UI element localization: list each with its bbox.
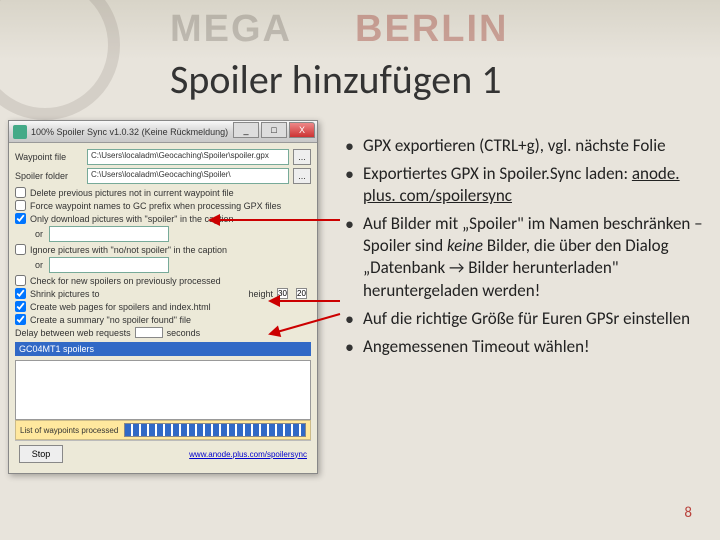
- waypoint-field[interactable]: C:\Users\localadm\Geocaching\Spoiler\spo…: [87, 149, 289, 165]
- width-field[interactable]: [296, 288, 307, 299]
- only-spoiler-checkbox[interactable]: Only download pictures with "spoiler" in…: [15, 213, 311, 224]
- bullet-5: Angemessenen Timeout wählen!: [345, 336, 705, 358]
- titlebar[interactable]: 100% Spoiler Sync v1.0.32 (Keine Rückmel…: [9, 121, 317, 143]
- or-label-2: or: [35, 260, 43, 270]
- minimize-button[interactable]: _: [233, 122, 259, 138]
- check-new-checkbox[interactable]: Check for new spoilers on previously pro…: [15, 275, 311, 286]
- delete-checkbox[interactable]: Delete previous pictures not in current …: [15, 187, 311, 198]
- or-label: or: [35, 229, 43, 239]
- watermark-mega: MEGA: [170, 8, 292, 51]
- bullet-1: GPX exportieren (CTRL+g), vgl. nächste F…: [345, 135, 705, 157]
- ignore-checkbox[interactable]: Ignore pictures with "no/not spoiler" in…: [15, 244, 311, 255]
- delay-label: Delay between web requests: [15, 328, 131, 338]
- log-area: [15, 360, 311, 420]
- close-button[interactable]: X: [289, 122, 315, 138]
- watermark-berlin: BERLIN: [355, 8, 508, 51]
- maximize-button[interactable]: □: [261, 122, 287, 138]
- slide-title: Spoiler hinzufügen 1: [170, 55, 502, 104]
- window-title: 100% Spoiler Sync v1.0.32 (Keine Rückmel…: [31, 127, 228, 137]
- summary-checkbox[interactable]: Create a summary "no spoiler found" file: [15, 314, 311, 325]
- or-field-2[interactable]: [49, 257, 169, 273]
- webpages-checkbox[interactable]: Create web pages for spoilers and index.…: [15, 301, 311, 312]
- app-icon: [13, 125, 27, 139]
- waypoint-browse-button[interactable]: ...: [293, 149, 311, 165]
- spoiler-folder-field[interactable]: C:\Users\localadm\Geocaching\Spoiler\: [87, 168, 289, 184]
- bullet-4: Auf die richtige Größe für Euren GPSr ei…: [345, 308, 705, 330]
- delay-unit: seconds: [167, 328, 201, 338]
- height-field[interactable]: [277, 288, 288, 299]
- shrink-checkbox[interactable]: Shrink pictures to height: [15, 288, 311, 299]
- status-bar: GC04MT1 spoilers: [15, 342, 311, 356]
- progress-bar: [124, 423, 306, 437]
- bullet-2: Exportiertes GPX in Spoiler.Sync laden: …: [345, 163, 705, 207]
- list-label: List of waypoints processed: [20, 426, 118, 435]
- bullet-3: Auf Bilder mit „Spoiler" im Namen beschr…: [345, 213, 705, 301]
- spoiler-browse-button[interactable]: ...: [293, 168, 311, 184]
- spoiler-sync-window: 100% Spoiler Sync v1.0.32 (Keine Rückmel…: [8, 120, 318, 474]
- delay-field[interactable]: [135, 327, 163, 338]
- waypoint-label: Waypoint file: [15, 152, 83, 162]
- stop-button[interactable]: Stop: [19, 445, 63, 463]
- page-number: 8: [684, 504, 692, 522]
- bullet-list: GPX exportieren (CTRL+g), vgl. nächste F…: [345, 135, 705, 364]
- height-label: height: [248, 289, 273, 299]
- website-link[interactable]: www.anode.plus.com/spoilersync: [189, 450, 307, 459]
- spoiler-folder-label: Spoiler folder: [15, 171, 83, 181]
- or-field[interactable]: [49, 226, 169, 242]
- force-checkbox[interactable]: Force waypoint names to GC prefix when p…: [15, 200, 311, 211]
